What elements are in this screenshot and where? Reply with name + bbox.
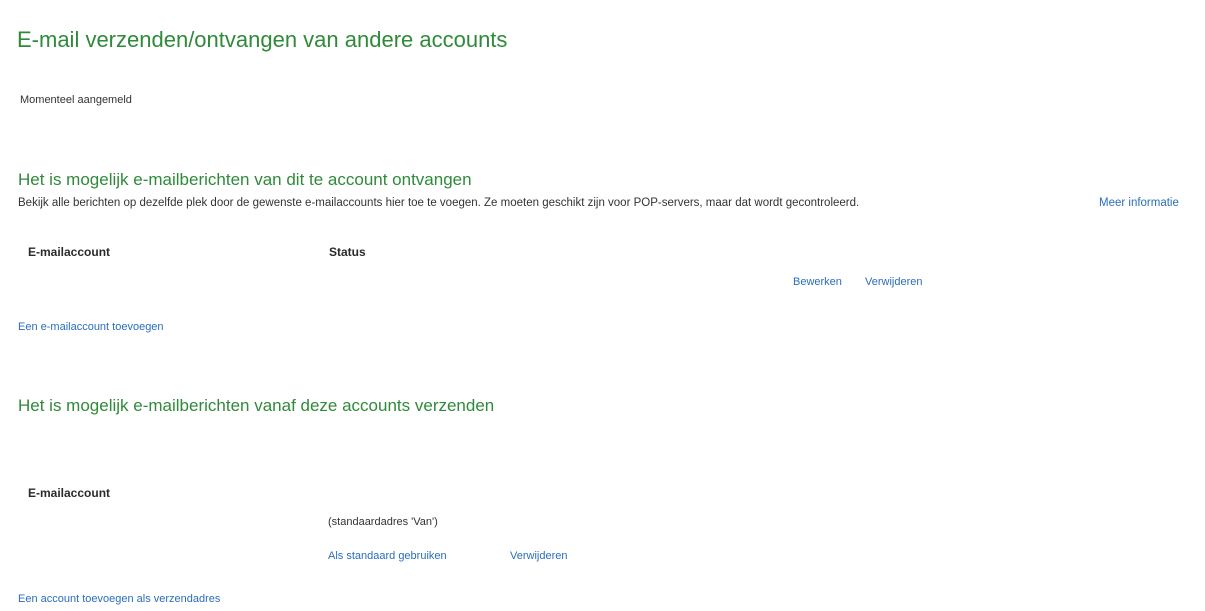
receive-column-status: Status	[329, 245, 366, 259]
default-from-address-note: (standaardadres 'Van')	[328, 516, 438, 528]
send-column-account: E-mailaccount	[28, 486, 111, 500]
edit-account-link[interactable]: Bewerken	[793, 276, 842, 288]
send-section-title: Het is mogelijk e-mailberichten vanaf de…	[18, 396, 495, 415]
remove-sender-link[interactable]: Verwijderen	[510, 550, 567, 562]
page-title: E-mail verzenden/ontvangen van andere ac…	[17, 27, 508, 52]
receive-section-title: Het is mogelijk e-mailberichten van dit …	[18, 170, 472, 189]
add-email-account-link[interactable]: Een e-mailaccount toevoegen	[18, 321, 164, 333]
receive-column-account: E-mailaccount	[28, 245, 111, 259]
receive-description: Bekijk alle berichten op dezelfde plek d…	[18, 197, 860, 209]
more-info-link[interactable]: Meer informatie	[1099, 197, 1179, 209]
signed-in-label: Momenteel aangemeld	[20, 94, 132, 106]
remove-account-link[interactable]: Verwijderen	[865, 276, 922, 288]
add-sender-address-link[interactable]: Een account toevoegen als verzendadres	[18, 593, 220, 605]
set-default-link[interactable]: Als standaard gebruiken	[328, 550, 447, 562]
